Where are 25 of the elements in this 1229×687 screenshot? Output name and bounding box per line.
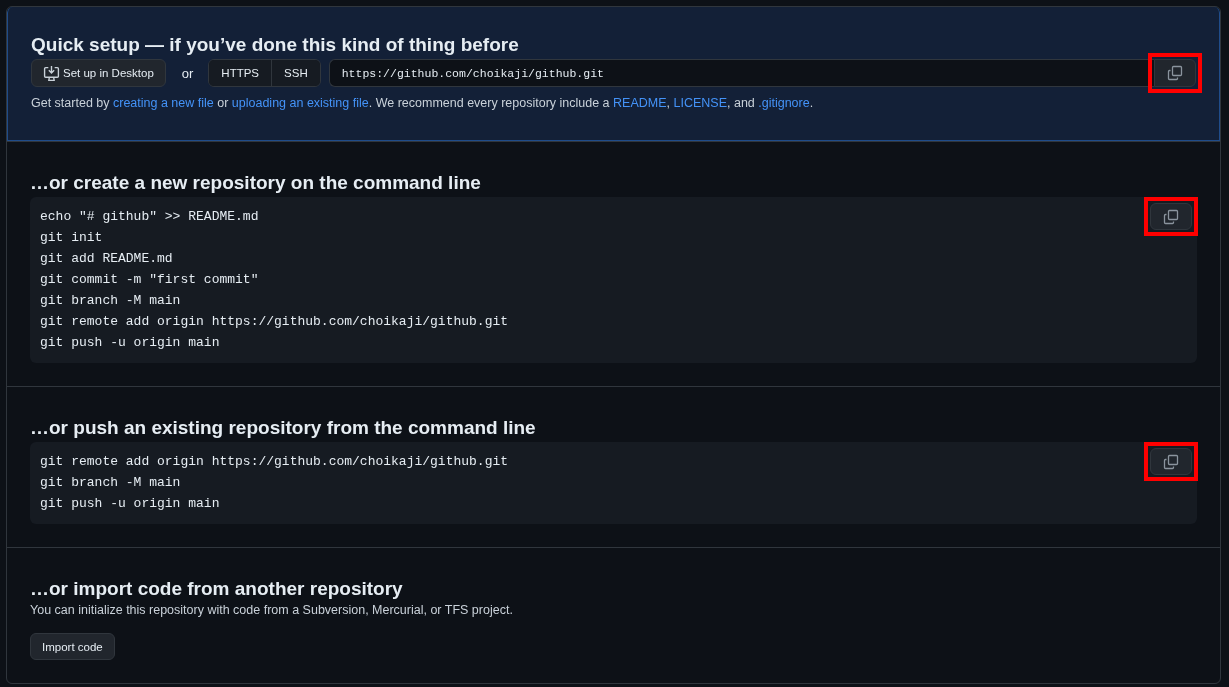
- copy-icon: [1167, 65, 1183, 81]
- section-heading: Quick setup — if you’ve done this kind of thing before: [31, 33, 520, 57]
- section-heading: …or create a new repository on the command line: [30, 171, 482, 195]
- copy-button[interactable]: [1154, 59, 1196, 87]
- setup-instructions: Get started by creating a new file or uploading an existing file. We recommend every repository include a README, LICENSE, and .gitignore.: [31, 96, 815, 110]
- link[interactable]: .gitignore: [758, 96, 810, 110]
- copy-icon: [1163, 453, 1179, 470]
- copy-icon: [1163, 208, 1179, 225]
- or-label: or: [181, 65, 194, 81]
- code-text: echo "# github" >> README.md git init git add README.md git commit -m "first commit" git branch -M main git remote add origin https://github.com/choikaji/github.git git push -u origin main: [40, 208, 510, 352]
- copy-button[interactable]: [1150, 448, 1192, 475]
- link[interactable]: LICENSE: [673, 96, 727, 110]
- clone-url-field[interactable]: https://github.com/choikaji/github.git: [328, 59, 1154, 87]
- import-code-button[interactable]: Import code: [30, 633, 115, 660]
- copy-button[interactable]: [1150, 203, 1192, 230]
- section-description: You can initialize this repository with code from a Subversion, Mercurial, or TFS project.: [30, 603, 514, 617]
- link[interactable]: creating a new file: [113, 96, 214, 110]
- protocol-button[interactable]: HTTPS: [209, 60, 273, 86]
- link[interactable]: README: [613, 96, 667, 110]
- section-heading: …or import code from another repository: [30, 577, 404, 601]
- link[interactable]: uploading an existing file: [231, 96, 369, 110]
- code-text: git remote add origin https://github.com/choikaji/github.git git branch -M main git push -u origin main: [40, 453, 510, 513]
- desktop-button[interactable]: Set up in Desktop: [31, 59, 166, 87]
- section-heading: …or push an existing repository from the command line: [30, 416, 537, 440]
- monitor-download-icon: [43, 64, 60, 82]
